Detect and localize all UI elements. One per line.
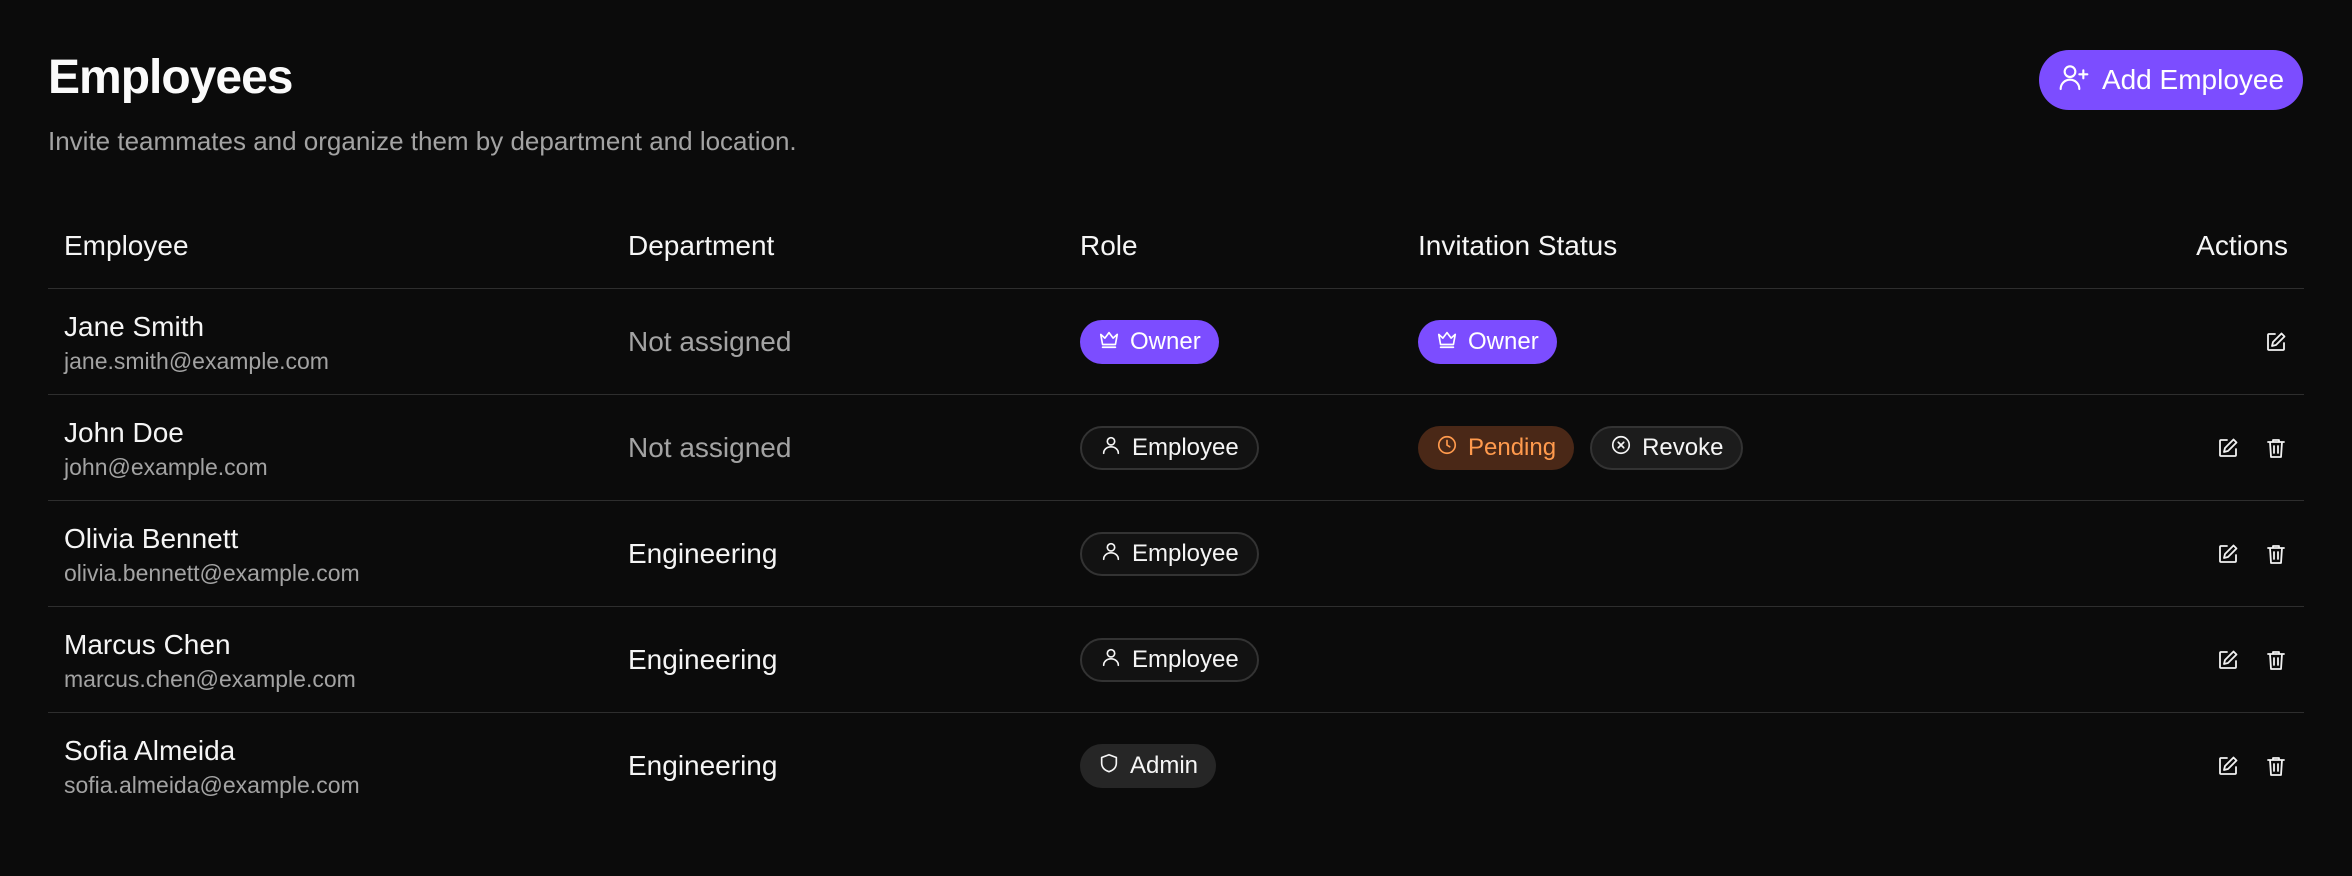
role-badge: Owner — [1080, 320, 1219, 364]
role-cell: Admin — [1080, 713, 1217, 819]
role-badge-label: Owner — [1130, 328, 1201, 355]
employee-name: Marcus Chen — [64, 629, 231, 660]
column-header-employee: Employee — [64, 230, 189, 261]
role-badge: Employee — [1080, 638, 1259, 682]
role-badge: Admin — [1080, 744, 1217, 788]
table-header: Employee Department Role Invitation Stat… — [48, 218, 2304, 289]
employee-email: sofia.almeida@example.com — [64, 772, 360, 798]
role-badge-label: Employee — [1132, 540, 1239, 567]
department-cell: Engineering — [628, 750, 778, 781]
trash-icon[interactable] — [2264, 648, 2288, 672]
employee-cell: John Doe john@example.com — [64, 417, 268, 481]
shield-icon — [1098, 752, 1120, 781]
employees-page: Employees Invite teammates and organize … — [0, 0, 2352, 876]
employee-cell: Olivia Bennett olivia.bennett@example.co… — [64, 523, 360, 587]
status-badge-label: Owner — [1468, 328, 1539, 355]
actions-cell — [2216, 395, 2288, 501]
table-row: Jane Smith jane.smith@example.com Not as… — [48, 289, 2304, 395]
crown-icon — [1436, 328, 1458, 357]
add-employee-button[interactable]: Add Employee — [2039, 50, 2303, 110]
status-badge-label: Pending — [1468, 434, 1557, 461]
column-header-actions: Actions — [2196, 230, 2288, 261]
role-cell: Employee — [1080, 501, 1259, 607]
employee-email: john@example.com — [64, 454, 268, 480]
trash-icon[interactable] — [2264, 436, 2288, 460]
column-header-role: Role — [1080, 230, 1138, 261]
employee-email: jane.smith@example.com — [64, 348, 329, 374]
role-badge-label: Admin — [1130, 752, 1199, 779]
employee-name: Jane Smith — [64, 311, 205, 342]
clock-icon — [1436, 434, 1458, 463]
trash-icon[interactable] — [2264, 754, 2288, 778]
page-title: Employees — [48, 51, 293, 104]
employee-cell: Sofia Almeida sofia.almeida@example.com — [64, 735, 360, 799]
role-badge-label: Employee — [1132, 646, 1239, 673]
employee-cell: Marcus Chen marcus.chen@example.com — [64, 629, 356, 693]
status-cell: Pending Revoke — [1418, 395, 1744, 501]
column-header-invitation-status: Invitation Status — [1418, 230, 1618, 261]
user-icon — [1100, 540, 1122, 569]
role-badge-label: Employee — [1132, 434, 1239, 461]
department-cell: Not assigned — [628, 326, 792, 357]
employee-name: Sofia Almeida — [64, 735, 236, 766]
edit-icon[interactable] — [2216, 436, 2240, 460]
employee-name: Olivia Bennett — [64, 523, 239, 554]
employee-email: olivia.bennett@example.com — [64, 560, 360, 586]
revoke-label: Revoke — [1642, 434, 1724, 461]
column-header-department: Department — [628, 230, 775, 261]
table-row: Olivia Bennett olivia.bennett@example.co… — [48, 501, 2304, 607]
page-subtitle: Invite teammates and organize them by de… — [48, 126, 797, 156]
edit-icon[interactable] — [2216, 754, 2240, 778]
table-row: John Doe john@example.com Not assigned E… — [48, 395, 2304, 501]
user-icon — [1100, 434, 1122, 463]
role-cell: Employee — [1080, 607, 1259, 713]
trash-icon[interactable] — [2264, 542, 2288, 566]
status-badge: Owner — [1418, 320, 1557, 364]
edit-icon[interactable] — [2216, 542, 2240, 566]
actions-cell — [2216, 607, 2288, 713]
user-plus-icon — [2058, 61, 2090, 100]
employees-table: Employee Department Role Invitation Stat… — [48, 218, 2304, 819]
actions-cell — [2216, 501, 2288, 607]
add-employee-label: Add Employee — [2101, 64, 2285, 95]
department-cell: Engineering — [628, 644, 778, 675]
actions-cell — [2216, 713, 2288, 819]
edit-icon[interactable] — [2216, 648, 2240, 672]
role-cell: Owner — [1080, 289, 1219, 395]
table-row: Sofia Almeida sofia.almeida@example.com … — [48, 713, 2304, 819]
status-badge: Pending — [1418, 426, 1575, 470]
employee-name: John Doe — [64, 417, 184, 448]
employee-email: marcus.chen@example.com — [64, 666, 356, 692]
x-circle-icon — [1610, 434, 1632, 463]
status-cell: Owner — [1418, 289, 1557, 395]
role-badge: Employee — [1080, 532, 1259, 576]
department-cell: Engineering — [628, 538, 778, 569]
actions-cell — [2264, 289, 2288, 395]
table-row: Marcus Chen marcus.chen@example.com Engi… — [48, 607, 2304, 713]
edit-icon[interactable] — [2264, 330, 2288, 354]
crown-icon — [1098, 328, 1120, 357]
role-cell: Employee — [1080, 395, 1259, 501]
department-cell: Not assigned — [628, 432, 792, 463]
revoke-button[interactable]: Revoke — [1590, 426, 1744, 470]
role-badge: Employee — [1080, 426, 1259, 470]
employee-cell: Jane Smith jane.smith@example.com — [64, 311, 329, 375]
user-icon — [1100, 646, 1122, 675]
